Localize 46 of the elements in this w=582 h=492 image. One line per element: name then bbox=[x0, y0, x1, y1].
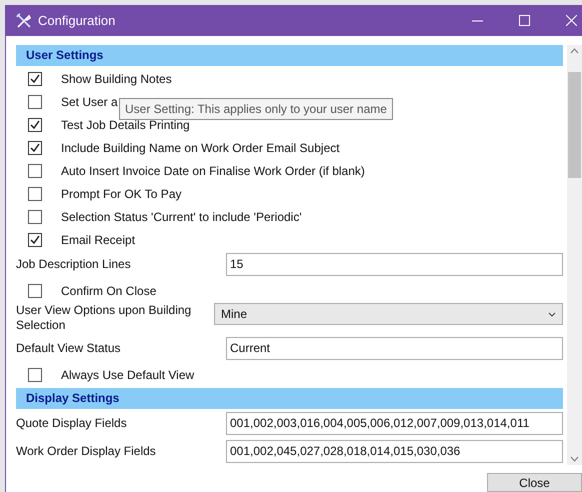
field-label: Work Order Display Fields bbox=[16, 443, 157, 460]
field-label: Job Description Lines bbox=[16, 256, 132, 273]
dropdown[interactable]: Mine bbox=[214, 303, 563, 325]
checkbox[interactable] bbox=[28, 94, 42, 108]
close-button[interactable]: Close bbox=[487, 473, 582, 492]
chevron-up-icon[interactable] bbox=[570, 48, 579, 54]
checkmark-icon bbox=[30, 234, 40, 244]
checkbox[interactable] bbox=[28, 118, 42, 132]
checkbox[interactable] bbox=[28, 232, 42, 246]
scrollbar-thumb[interactable] bbox=[568, 72, 581, 178]
checkbox[interactable] bbox=[28, 284, 42, 298]
field-label: User View Options upon Building Selection bbox=[16, 303, 192, 333]
tools-icon bbox=[16, 12, 32, 28]
text-field[interactable]: Current bbox=[226, 337, 563, 360]
checkmark-icon bbox=[30, 142, 40, 152]
checkbox-label: Prompt For OK To Pay bbox=[61, 186, 182, 202]
section-header: User Settings bbox=[16, 45, 563, 66]
checkbox-label: Confirm On Close bbox=[61, 282, 156, 300]
checkbox[interactable] bbox=[28, 210, 42, 224]
chevron-down-icon bbox=[548, 312, 556, 316]
checkbox[interactable] bbox=[28, 72, 42, 86]
checkbox[interactable] bbox=[28, 368, 42, 382]
maximize-icon[interactable] bbox=[519, 15, 530, 26]
tooltip: User Setting: This applies only to your user name bbox=[119, 98, 393, 120]
field-label: Default View Status bbox=[16, 340, 122, 357]
checkmark-icon bbox=[30, 120, 40, 130]
text-field[interactable]: 001,002,045,027,028,018,014,015,030,036 bbox=[226, 440, 563, 463]
checkbox-label: Show Building Notes bbox=[61, 70, 172, 88]
close-icon[interactable] bbox=[566, 15, 577, 26]
checkbox-label: Always Use Default View bbox=[61, 366, 194, 384]
checkbox[interactable] bbox=[28, 186, 42, 200]
checkbox[interactable] bbox=[28, 140, 42, 154]
section-header: Display Settings bbox=[16, 388, 563, 409]
field-label: Quote Display Fields bbox=[16, 415, 128, 432]
text-field[interactable]: 15 bbox=[226, 253, 563, 276]
window-title: Configuration bbox=[38, 12, 116, 30]
checkbox-label: Email Receipt bbox=[61, 232, 136, 248]
checkmark-icon bbox=[30, 74, 40, 84]
scrollbar[interactable] bbox=[567, 45, 582, 465]
chevron-down-icon[interactable] bbox=[570, 456, 579, 462]
checkbox-label: Set User a bbox=[61, 94, 118, 110]
checkbox-label: Selection Status 'Current' to include 'Periodic' bbox=[61, 208, 302, 226]
checkbox-label: Include Building Name on Work Order Email Subject bbox=[61, 140, 340, 156]
checkbox[interactable] bbox=[28, 164, 42, 178]
checkbox-label: Auto Insert Invoice Date on Finalise Work Order (if blank) bbox=[61, 162, 365, 180]
text-field[interactable]: 001,002,003,016,004,005,006,012,007,009,013,014,011 bbox=[226, 412, 563, 435]
